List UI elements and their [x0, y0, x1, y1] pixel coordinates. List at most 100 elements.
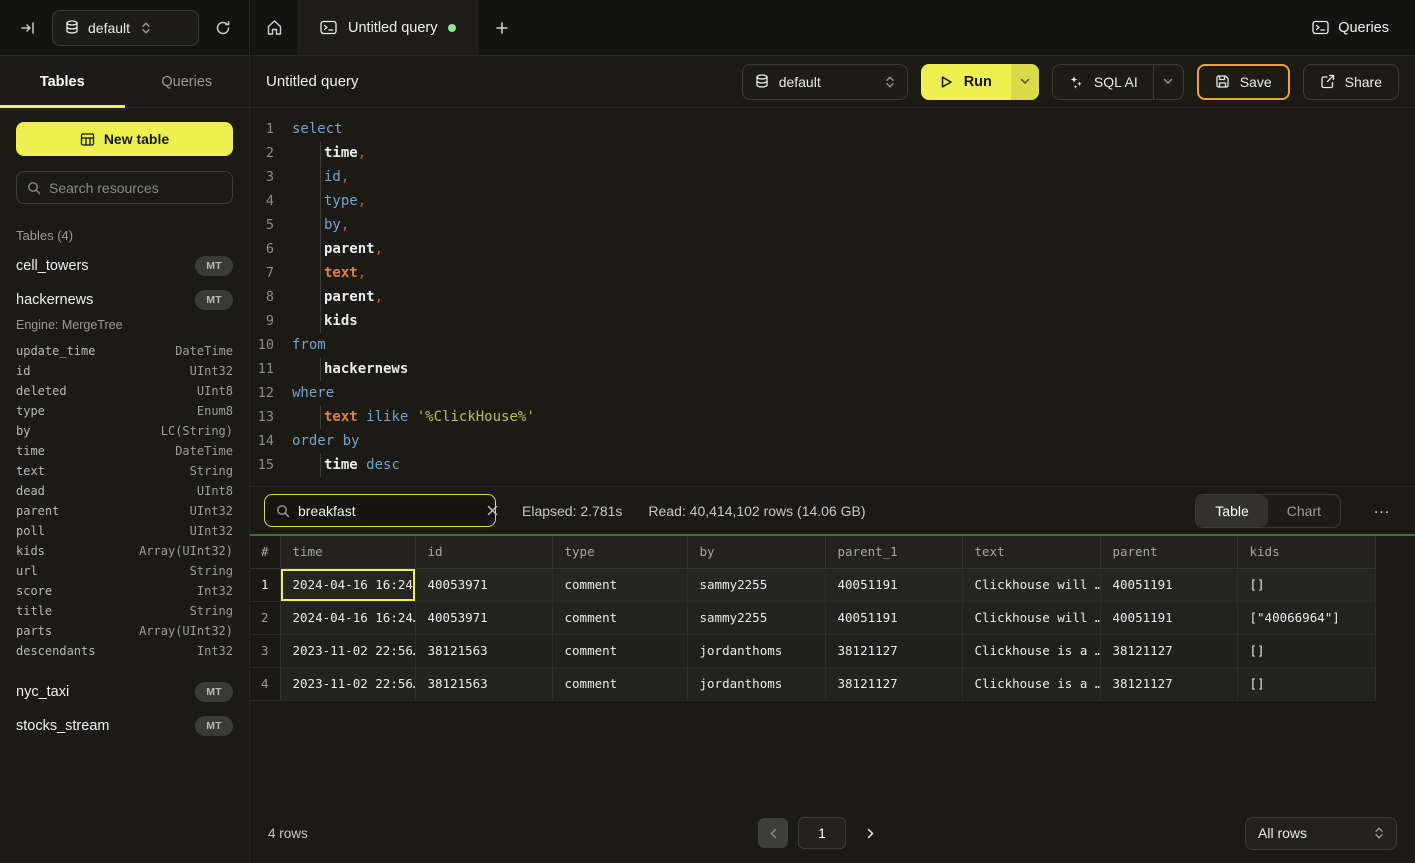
column-row[interactable]: kidsArray(UInt32)	[16, 541, 233, 561]
column-header-parent[interactable]: parent	[1100, 536, 1237, 568]
header-row: #timeidtypebyparent_1textparentkids	[250, 536, 1375, 568]
cell[interactable]: comment	[552, 667, 687, 700]
tab-untitled-query[interactable]: Untitled query	[298, 0, 478, 55]
selected-cell[interactable]: 2024-04-16 16:24…	[280, 568, 415, 601]
save-button[interactable]: Save	[1197, 64, 1290, 100]
cell[interactable]: jordanthoms	[687, 634, 825, 667]
cell[interactable]: []	[1237, 634, 1375, 667]
cell[interactable]: 2023-11-02 22:56…	[280, 634, 415, 667]
cell[interactable]: 40053971	[415, 568, 552, 601]
cell[interactable]: 40051191	[825, 568, 962, 601]
table-item[interactable]: nyc_taxiMT	[16, 675, 233, 709]
column-header-id[interactable]: id	[415, 536, 552, 568]
cell[interactable]: Clickhouse will …	[962, 568, 1100, 601]
cell[interactable]: 2023-11-02 22:56…	[280, 667, 415, 700]
clear-search-icon[interactable]	[487, 505, 498, 516]
run-options-button[interactable]	[1011, 64, 1039, 100]
column-row[interactable]: deletedUInt8	[16, 381, 233, 401]
cell[interactable]: 38121563	[415, 667, 552, 700]
cell[interactable]: comment	[552, 568, 687, 601]
column-row[interactable]: parentUInt32	[16, 501, 233, 521]
column-row[interactable]: textString	[16, 461, 233, 481]
cell[interactable]: comment	[552, 601, 687, 634]
column-header-by[interactable]: by	[687, 536, 825, 568]
results-search[interactable]	[264, 494, 496, 527]
column-row[interactable]: titleString	[16, 601, 233, 621]
column-header-type[interactable]: type	[552, 536, 687, 568]
sql-ai-options-button[interactable]	[1153, 65, 1183, 99]
cell[interactable]: 40053971	[415, 601, 552, 634]
column-row[interactable]: update_timeDateTime	[16, 341, 233, 361]
topbar-database-select[interactable]: default	[52, 10, 199, 46]
table-name: nyc_taxi	[16, 684, 69, 700]
home-tab[interactable]	[250, 0, 298, 55]
table-item[interactable]: hackernewsMT	[16, 283, 233, 317]
sql-editor[interactable]: 1select2time,3id,4type,5by,6parent,7text…	[250, 108, 1415, 486]
cell[interactable]: 38121127	[1100, 667, 1237, 700]
cell[interactable]: 38121563	[415, 634, 552, 667]
table-item[interactable]: cell_towersMT	[16, 249, 233, 283]
column-row[interactable]: urlString	[16, 561, 233, 581]
cell[interactable]: 38121127	[825, 667, 962, 700]
column-row[interactable]: byLC(String)	[16, 421, 233, 441]
sidebar-tab-tables[interactable]: Tables	[0, 56, 125, 107]
cell[interactable]: []	[1237, 667, 1375, 700]
column-header-parent_1[interactable]: parent_1	[825, 536, 962, 568]
column-row[interactable]: partsArray(UInt32)	[16, 621, 233, 641]
view-toggle: Table Chart	[1195, 494, 1341, 528]
sidebar-collapse-button[interactable]	[14, 14, 42, 42]
cell[interactable]: comment	[552, 634, 687, 667]
run-button[interactable]: Run	[921, 64, 1011, 100]
new-table-button[interactable]: New table	[16, 122, 233, 156]
cell[interactable]: 40051191	[1100, 568, 1237, 601]
column-header-time[interactable]: time	[280, 536, 415, 568]
column-row[interactable]: pollUInt32	[16, 521, 233, 541]
cell[interactable]: Clickhouse is a …	[962, 634, 1100, 667]
view-chart-button[interactable]: Chart	[1268, 495, 1340, 527]
cell[interactable]: 40051191	[1100, 601, 1237, 634]
prev-page-button[interactable]	[758, 818, 788, 848]
tables-list: cell_towersMThackernewsMTEngine: MergeTr…	[16, 249, 233, 743]
share-button[interactable]: Share	[1303, 64, 1399, 100]
page-size-select[interactable]: All rows	[1245, 817, 1397, 850]
code-text: text ilike '%ClickHouse%'	[286, 405, 535, 429]
column-row[interactable]: idUInt32	[16, 361, 233, 381]
column-name: type	[16, 404, 45, 418]
refresh-button[interactable]	[209, 14, 237, 42]
new-tab-button[interactable]	[478, 0, 526, 55]
next-page-button[interactable]	[856, 818, 884, 848]
sql-ai-button[interactable]: SQL AI	[1053, 65, 1153, 99]
column-row[interactable]: typeEnum8	[16, 401, 233, 421]
sidebar-search[interactable]	[16, 171, 233, 204]
results-area: #timeidtypebyparent_1textparentkids12024…	[250, 534, 1415, 803]
cell[interactable]: Clickhouse is a …	[962, 667, 1100, 700]
page-number-input[interactable]: 1	[798, 817, 846, 849]
view-table-button[interactable]: Table	[1196, 495, 1267, 527]
cell[interactable]: ["40066964"]	[1237, 601, 1375, 634]
column-header-kids[interactable]: kids	[1237, 536, 1375, 568]
cell[interactable]: 40051191	[825, 601, 962, 634]
sidebar-tab-queries[interactable]: Queries	[125, 56, 250, 107]
table-item[interactable]: stocks_streamMT	[16, 709, 233, 743]
column-name: deleted	[16, 384, 67, 398]
cell[interactable]: 38121127	[825, 634, 962, 667]
column-row[interactable]: deadUInt8	[16, 481, 233, 501]
column-row[interactable]: descendantsInt32	[16, 641, 233, 661]
cell[interactable]: Clickhouse will …	[962, 601, 1100, 634]
cell[interactable]: sammy2255	[687, 568, 825, 601]
column-row[interactable]: timeDateTime	[16, 441, 233, 461]
results-search-input[interactable]	[298, 503, 479, 519]
cell[interactable]: jordanthoms	[687, 667, 825, 700]
column-row[interactable]: scoreInt32	[16, 581, 233, 601]
database-icon	[755, 74, 769, 89]
cell[interactable]: 38121127	[1100, 634, 1237, 667]
column-header-text[interactable]: text	[962, 536, 1100, 568]
sidebar-search-input[interactable]	[49, 180, 230, 196]
topbar-left: default	[0, 0, 250, 55]
more-options-button[interactable]: …	[1367, 498, 1401, 524]
cell[interactable]: sammy2255	[687, 601, 825, 634]
cell[interactable]: 2024-04-16 16:24…	[280, 601, 415, 634]
cell[interactable]: []	[1237, 568, 1375, 601]
editor-database-select[interactable]: default	[742, 64, 908, 100]
queries-nav-button[interactable]: Queries	[1312, 0, 1415, 55]
